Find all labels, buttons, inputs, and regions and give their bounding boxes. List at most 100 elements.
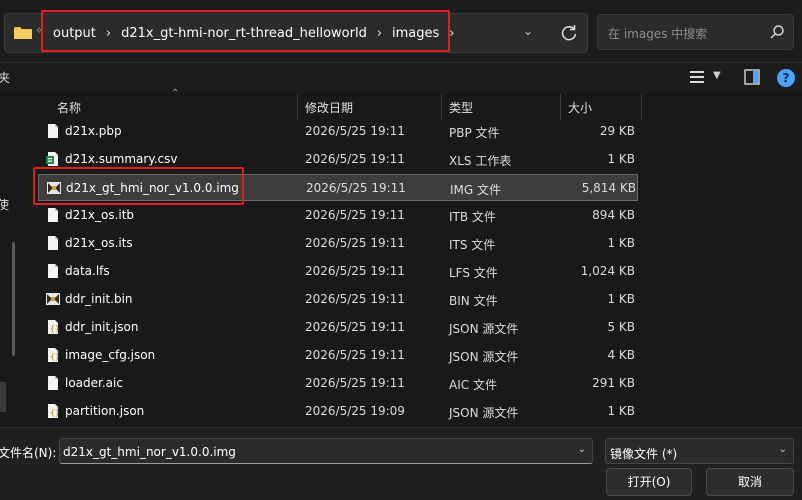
- breadcrumb-separator-icon[interactable]: ›: [377, 26, 382, 41]
- json-file-icon: {}: [46, 347, 60, 363]
- file-date: 2026/5/25 19:11: [305, 152, 405, 166]
- file-type: ITS 文件: [449, 238, 496, 252]
- file-date: 2026/5/25 19:11: [305, 320, 405, 334]
- svg-text:{}: {}: [50, 408, 60, 417]
- dialog-footer: 文件名(N): d21x_gt_hmi_nor_v1.0.0.img ⌄ 镜像文…: [0, 427, 802, 500]
- file-type: JSON 源文件: [449, 350, 519, 364]
- navigation-pane: 使: [0, 92, 30, 427]
- address-bar[interactable]: « output › d21x_gt-hmi-nor_rt-thread_hel…: [4, 13, 588, 53]
- address-history-chevron-down-icon[interactable]: ⌄: [523, 24, 533, 38]
- file-row[interactable]: d21x.summary.csv 2026/5/25 19:11 XLS 工作表 1 …: [38, 146, 638, 173]
- file-name: d21x_os.its: [65, 236, 133, 250]
- preview-pane-icon[interactable]: [744, 69, 760, 85]
- file-name: image_cfg.json: [65, 348, 156, 362]
- file-size: 1 KB: [607, 404, 635, 418]
- nav-item-fragment[interactable]: 使: [0, 196, 9, 213]
- navigation-scrollbar[interactable]: [12, 242, 15, 356]
- filetype-chevron-down-icon[interactable]: ⌄: [779, 444, 787, 455]
- column-divider[interactable]: [297, 94, 298, 120]
- toolbar-fragment[interactable]: 夹: [0, 69, 10, 86]
- column-divider[interactable]: [441, 94, 442, 120]
- file-name: d21x_os.itb: [65, 208, 135, 222]
- svg-text:{}: {}: [50, 324, 60, 333]
- file-row[interactable]: loader.aic 2026/5/25 19:11 AIC 文件 291 KB: [38, 370, 638, 397]
- file-name: d21x.summary.csv: [65, 152, 178, 166]
- breadcrumb-separator-icon[interactable]: ›: [449, 26, 454, 41]
- file-row[interactable]: ddr_init.bin 2026/5/25 19:11 BIN 文件 1 KB: [38, 286, 638, 313]
- filename-label: 文件名(N):: [0, 446, 57, 460]
- search-placeholder: 在 images 中搜索: [608, 27, 708, 41]
- file-name: data.lfs: [65, 264, 110, 278]
- file-type: XLS 工作表: [449, 154, 512, 168]
- file-type: PBP 文件: [449, 126, 500, 140]
- file-type: JSON 源文件: [449, 322, 519, 336]
- file-size: 291 KB: [592, 376, 635, 390]
- file-type: IMG 文件: [450, 183, 502, 197]
- file-row[interactable]: {} ddr_init.json 2026/5/25 19:11 JSON 源文件 5 …: [38, 314, 638, 341]
- file-type: BIN 文件: [449, 294, 498, 308]
- file-size: 5,814 KB: [581, 181, 636, 195]
- file-size: 1 KB: [607, 236, 635, 250]
- search-input[interactable]: 在 images 中搜索: [597, 14, 794, 50]
- file-date: 2026/5/25 19:11: [305, 348, 405, 362]
- spreadsheet-icon: [46, 151, 60, 167]
- file-size: 1 KB: [607, 152, 635, 166]
- search-icon[interactable]: [769, 24, 785, 40]
- file-row[interactable]: d21x_os.itb 2026/5/25 19:11 ITB 文件 894 KB: [38, 202, 638, 229]
- file-date: 2026/5/25 19:09: [305, 404, 405, 418]
- file-date: 2026/5/25 19:11: [305, 208, 405, 222]
- file-date: 2026/5/25 19:11: [306, 181, 406, 195]
- file-type: ITB 文件: [449, 210, 496, 224]
- file-icon: [46, 207, 60, 223]
- open-button[interactable]: 打开(O): [606, 468, 692, 496]
- column-header-type[interactable]: 类型: [449, 99, 473, 116]
- file-row[interactable]: d21x_gt_hmi_nor_v1.0.0.img 2026/5/25 19:1…: [38, 174, 638, 201]
- file-size: 5 KB: [607, 320, 635, 334]
- overflow-chevron-icon[interactable]: «: [36, 23, 44, 38]
- folder-icon: [14, 27, 32, 39]
- binary-file-icon: [46, 291, 60, 307]
- file-icon: [46, 263, 60, 279]
- file-row[interactable]: d21x_os.its 2026/5/25 19:11 ITS 文件 1 KB: [38, 230, 638, 257]
- column-header-size[interactable]: 大小: [568, 99, 592, 116]
- breadcrumb-item-project[interactable]: d21x_gt-hmi-nor_rt-thread_helloworld: [121, 26, 367, 41]
- file-type: LFS 文件: [449, 266, 498, 280]
- view-options-chevron-down-icon[interactable]: ▼: [713, 70, 721, 81]
- breadcrumb: output › d21x_gt-hmi-nor_rt-thread_hello…: [53, 14, 455, 52]
- file-row[interactable]: {} image_cfg.json 2026/5/25 19:11 JSON 源文件 4…: [38, 342, 638, 369]
- view-list-icon[interactable]: [690, 71, 704, 83]
- sort-ascending-icon: ⌃: [171, 88, 180, 99]
- column-header-row: 名称 ⌃ 修改日期 类型 大小: [30, 88, 802, 120]
- column-divider[interactable]: [641, 94, 642, 120]
- filename-value: d21x_gt_hmi_nor_v1.0.0.img: [63, 445, 236, 459]
- file-size: 4 KB: [607, 348, 635, 362]
- refresh-icon[interactable]: [557, 21, 581, 45]
- file-size: 29 KB: [599, 124, 635, 138]
- file-date: 2026/5/25 19:11: [305, 236, 405, 250]
- file-row[interactable]: data.lfs 2026/5/25 19:11 LFS 文件 1,024 KB: [38, 258, 638, 285]
- file-name: partition.json: [65, 404, 145, 418]
- filename-history-chevron-down-icon[interactable]: ⌄: [578, 444, 586, 455]
- breadcrumb-item-output[interactable]: output: [53, 26, 96, 41]
- breadcrumb-separator-icon[interactable]: ›: [106, 26, 111, 41]
- file-date: 2026/5/25 19:11: [305, 292, 405, 306]
- column-header-name[interactable]: 名称: [57, 99, 81, 116]
- filename-input[interactable]: d21x_gt_hmi_nor_v1.0.0.img ⌄: [59, 438, 593, 464]
- file-size: 894 KB: [592, 208, 635, 222]
- column-divider[interactable]: [560, 94, 561, 120]
- file-icon: [46, 375, 60, 391]
- address-row: « output › d21x_gt-hmi-nor_rt-thread_hel…: [0, 0, 802, 62]
- breadcrumb-item-images[interactable]: images: [392, 26, 439, 41]
- navigation-pane-edge: [0, 382, 6, 412]
- file-name: ddr_init.json: [65, 320, 139, 334]
- file-size: 1,024 KB: [580, 264, 635, 278]
- file-row[interactable]: d21x.pbp 2026/5/25 19:11 PBP 文件 29 KB: [38, 118, 638, 145]
- file-type: JSON 源文件: [449, 406, 519, 420]
- cancel-button[interactable]: 取消: [706, 468, 794, 496]
- file-icon: [46, 235, 60, 251]
- filetype-select[interactable]: 镜像文件 (*) ⌄: [605, 438, 794, 464]
- file-name: d21x_gt_hmi_nor_v1.0.0.img: [66, 181, 239, 195]
- file-row[interactable]: {} partition.json 2026/5/25 19:09 JSON 源文件 1…: [38, 398, 638, 425]
- help-icon[interactable]: ?: [777, 69, 795, 87]
- column-header-date[interactable]: 修改日期: [305, 99, 353, 116]
